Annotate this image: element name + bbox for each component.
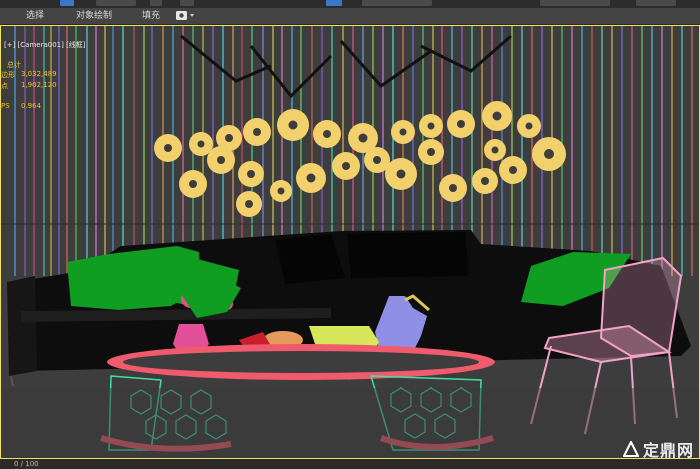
toolbar-button-group[interactable]: [636, 0, 676, 6]
fps-label: PS: [1, 102, 10, 110]
flower-wall-art: [154, 101, 566, 217]
menu-select[interactable]: 选择: [22, 9, 48, 23]
toolbar-button-group[interactable]: [362, 0, 432, 6]
verts-value: 1,902,120: [21, 81, 57, 89]
fps-value: 0.964: [21, 102, 42, 110]
toolbar-select-button[interactable]: [60, 0, 74, 6]
black-pillows: [275, 232, 469, 284]
toolbar-button-group[interactable]: [96, 0, 136, 6]
status-bar: 0 / 100: [0, 459, 700, 469]
polys-value: 3,032,489: [21, 70, 57, 78]
verts-label: 点: [1, 82, 8, 90]
stats-title: 总计: [7, 61, 21, 69]
viewport-label[interactable]: [+] [Camera001] [线框]: [4, 40, 86, 50]
watermark-logo-icon: [622, 441, 639, 457]
toolbar-snap-button[interactable]: [326, 0, 342, 6]
toolbar-button[interactable]: [150, 0, 162, 6]
watermark-text: 定鼎网: [642, 441, 694, 460]
frame-counter[interactable]: 0 / 100: [14, 459, 39, 469]
display-options-icon[interactable]: [176, 10, 196, 22]
toolbar-button[interactable]: [180, 0, 194, 6]
camera-viewport[interactable]: [+] [Camera001] [线框] 总计 边形 3,032,489 点 1…: [0, 25, 700, 459]
watermark: 定鼎网: [622, 437, 694, 461]
main-toolbar: [0, 0, 700, 8]
menu-populate[interactable]: 填充: [138, 9, 164, 23]
menu-object-paint[interactable]: 对象绘制: [72, 9, 116, 23]
wireframe-scene: [1, 26, 699, 458]
floor: [1, 388, 699, 458]
ribbon-menubar: 选择 对象绘制 填充: [0, 8, 700, 25]
polys-label: 边形: [1, 71, 15, 79]
toolbar-button-group[interactable]: [540, 0, 610, 6]
